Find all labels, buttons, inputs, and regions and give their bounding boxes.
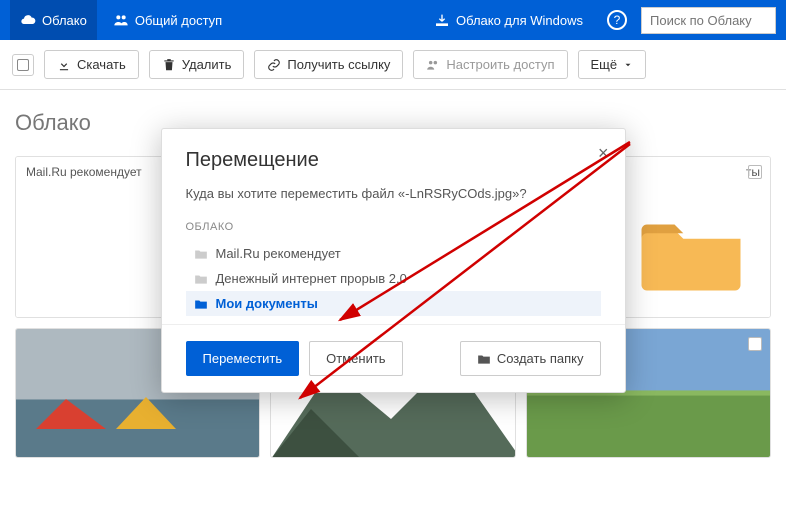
select-all-checkbox[interactable] [12,54,34,76]
close-icon[interactable]: × [598,143,609,164]
users-icon [113,12,129,28]
folder-checkbox[interactable] [748,165,762,179]
dialog-subtitle: Куда вы хотите переместить файл «-LnRSRy… [186,186,601,201]
help-icon[interactable]: ? [607,10,627,30]
chevron-down-icon [623,58,633,72]
nav-cloud-label: Облако [42,13,87,28]
folder-icon [194,273,208,285]
tree-item[interactable]: Mail.Ru рекомендует [186,241,601,266]
trash-icon [162,58,176,72]
search-input[interactable] [641,7,776,34]
tree-item-label: Мои документы [216,296,318,311]
access-label: Настроить доступ [446,57,554,72]
folder-large-icon [636,207,746,297]
tree-item-selected[interactable]: Мои документы [186,291,601,316]
download-icon [57,58,71,72]
download-label: Скачать [77,57,126,72]
folder-icon [194,298,208,310]
tree-item[interactable]: Денежный интернет прорыв 2.0 [186,266,601,291]
access-button[interactable]: Настроить доступ [413,50,567,79]
cloud-icon [20,12,36,28]
delete-label: Удалить [182,57,232,72]
nav-windows[interactable]: Облако для Windows [424,0,593,40]
top-nav: Облако Общий доступ Облако для Windows ? [0,0,786,40]
folder-icon [477,353,491,365]
tree-heading: ОБЛАКО [186,221,601,233]
folder-label: ты [612,157,770,187]
nav-windows-label: Облако для Windows [456,13,583,28]
more-button[interactable]: Ещё [578,50,647,79]
folder-body [612,187,770,317]
move-dialog: Перемещение Куда вы хотите переместить ф… [161,128,626,393]
folder-icon [194,248,208,260]
move-button[interactable]: Переместить [186,341,300,376]
create-folder-button[interactable]: Создать папку [460,341,601,376]
get-link-button[interactable]: Получить ссылку [254,50,403,79]
tree-item-label: Mail.Ru рекомендует [216,246,341,261]
folder-card[interactable]: ты [611,156,771,318]
nav-cloud[interactable]: Облако [10,0,97,40]
users-small-icon [426,58,440,72]
nav-shared-label: Общий доступ [135,13,222,28]
link-label: Получить ссылку [287,57,390,72]
more-label: Ещё [591,57,618,72]
cancel-label: Отменить [326,351,385,366]
nav-shared[interactable]: Общий доступ [103,0,232,40]
download-box-icon [434,12,450,28]
image-checkbox[interactable] [748,337,762,351]
dialog-title: Перемещение [186,149,601,172]
cancel-button[interactable]: Отменить [309,341,402,376]
create-folder-label: Создать папку [497,351,584,366]
download-button[interactable]: Скачать [44,50,139,79]
move-label: Переместить [203,351,283,366]
tree-item-label: Денежный интернет прорыв 2.0 [216,271,407,286]
delete-button[interactable]: Удалить [149,50,245,79]
toolbar: Скачать Удалить Получить ссылку Настроит… [0,40,786,90]
link-icon [267,58,281,72]
